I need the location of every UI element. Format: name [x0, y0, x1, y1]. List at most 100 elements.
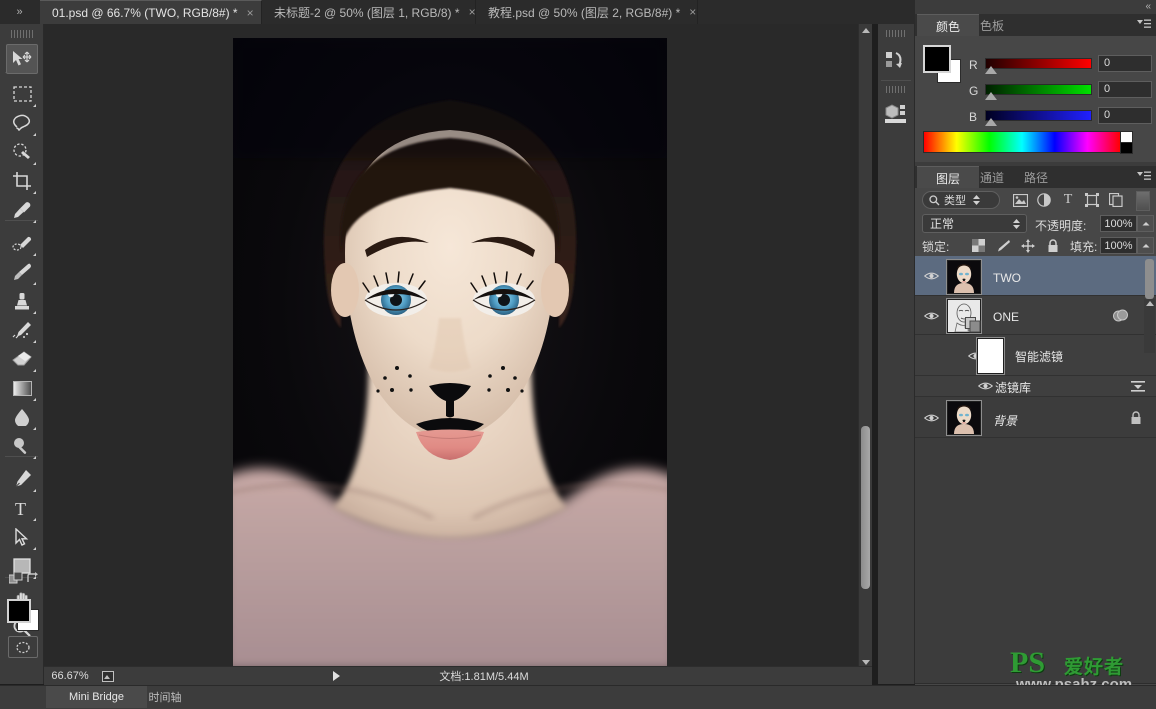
move-tool[interactable] [6, 44, 38, 74]
opacity-stepper[interactable] [1137, 215, 1154, 232]
channel-value-G[interactable]: 0 [1098, 81, 1152, 98]
channel-value-B[interactable]: 0 [1098, 107, 1152, 124]
brush-tool[interactable] [6, 257, 38, 287]
layer-row-背景[interactable]: 背景 [915, 397, 1156, 438]
tool-flyout-arrow[interactable] [33, 427, 36, 430]
horizontal-type-tool[interactable]: T [6, 493, 38, 523]
dodge-tool[interactable] [6, 431, 38, 461]
fill-value-field[interactable]: 100% [1100, 237, 1137, 254]
channel-value-R[interactable]: 0 [1098, 55, 1152, 72]
tool-flyout-arrow[interactable] [33, 489, 36, 492]
crop-tool[interactable] [6, 166, 38, 196]
filter-smartobject-icon[interactable] [1107, 192, 1125, 208]
foreground-color-swatch[interactable] [7, 599, 31, 623]
tool-flyout-arrow[interactable] [33, 104, 36, 107]
quick-mask-icon[interactable] [8, 636, 38, 658]
collapse-panel-icon[interactable]: » [8, 3, 30, 21]
layer-row-ONE[interactable]: ONE [915, 296, 1156, 335]
tool-flyout-arrow[interactable] [33, 191, 36, 194]
lasso-tool[interactable] [6, 108, 38, 138]
color-panel-foreground-swatch[interactable] [923, 45, 951, 73]
fill-stepper[interactable] [1137, 237, 1154, 254]
document-canvas[interactable] [233, 38, 667, 672]
vertical-scroll-thumb[interactable] [861, 426, 870, 589]
filter-adjustment-icon[interactable] [1035, 192, 1053, 208]
color-panel-menu-icon[interactable] [1137, 19, 1151, 33]
lock-image-pixels-icon[interactable] [994, 238, 1012, 253]
visibility-eye-icon[interactable] [923, 269, 939, 283]
tool-flyout-arrow[interactable] [33, 162, 36, 165]
spectrum-black-swatch[interactable] [1120, 142, 1133, 154]
properties-3d-panel-icon[interactable] [878, 96, 914, 132]
pen-tool[interactable] [6, 464, 38, 494]
channel-slider-knob-B[interactable] [985, 118, 997, 126]
channel-slider-R[interactable] [985, 58, 1092, 69]
tool-flyout-arrow[interactable] [33, 369, 36, 372]
document-tab-1[interactable]: 未标题-2 @ 50% (图层 1, RGB/8) * × [262, 0, 476, 24]
clone-stamp-tool[interactable] [6, 286, 38, 316]
layer-filter-type-select[interactable]: 类型 [922, 191, 1000, 209]
layer-thumbnail[interactable] [946, 259, 982, 295]
color-panel-tab-1[interactable]: 色板 [961, 14, 1023, 36]
quick-selection-tool[interactable] [6, 137, 38, 167]
layer-scroll-up-arrow[interactable] [1146, 301, 1154, 306]
path-selection-tool[interactable] [6, 522, 38, 552]
document-tab-2[interactable]: 教程.psd @ 50% (图层 2, RGB/8#) * × [476, 0, 698, 24]
channel-slider-knob-R[interactable] [985, 66, 997, 74]
layer-list-scrollbar[interactable] [1144, 259, 1155, 353]
tool-flyout-arrow[interactable] [33, 282, 36, 285]
channel-slider-B[interactable] [985, 110, 1092, 121]
channel-slider-knob-G[interactable] [985, 92, 997, 100]
tools-panel-grip[interactable] [11, 30, 33, 38]
opacity-value-field[interactable]: 100% [1100, 215, 1137, 232]
lock-transparent-pixels-icon[interactable] [969, 238, 987, 253]
color-spectrum-ramp[interactable] [923, 131, 1121, 153]
history-brush-tool[interactable] [6, 315, 38, 345]
scroll-down-arrow[interactable] [862, 660, 870, 665]
layer-row-智能滤镜[interactable]: 智能滤镜 [915, 335, 1156, 376]
history-actions-panel-icon[interactable] [878, 42, 914, 78]
lock-all-icon[interactable] [1044, 238, 1062, 253]
scroll-up-arrow[interactable] [862, 28, 870, 33]
visibility-eye-icon[interactable] [977, 379, 993, 393]
filter-shape-icon[interactable] [1083, 192, 1101, 208]
visibility-eye-icon[interactable] [923, 309, 939, 323]
document-thumbnail-icon[interactable] [100, 669, 116, 683]
tool-flyout-arrow[interactable] [33, 311, 36, 314]
blend-mode-select[interactable]: 正常 [922, 214, 1027, 233]
close-icon[interactable]: × [469, 6, 476, 18]
foreground-background-color-swatches[interactable] [7, 599, 39, 631]
zoom-level-field[interactable]: 66.67% [44, 670, 96, 682]
layer-filter-toggle[interactable] [1136, 191, 1150, 211]
tool-flyout-arrow[interactable] [33, 547, 36, 550]
tool-flyout-arrow[interactable] [33, 456, 36, 459]
tool-flyout-arrow[interactable] [33, 398, 36, 401]
status-menu-arrow[interactable] [333, 671, 340, 681]
layer-thumbnail[interactable] [976, 337, 1005, 375]
layer-scroll-thumb[interactable] [1145, 259, 1154, 299]
layers-panel-menu-icon[interactable] [1137, 171, 1151, 185]
canvas-vertical-scrollbar[interactable] [858, 24, 872, 669]
tool-flyout-arrow[interactable] [33, 133, 36, 136]
document-tab-0[interactable]: 01.psd @ 66.7% (TWO, RGB/8#) * × [40, 0, 262, 24]
tool-flyout-arrow[interactable] [33, 340, 36, 343]
filter-gallery-icon[interactable] [1130, 379, 1146, 393]
layer-list[interactable]: TWO ONE 智能滤镜 滤镜库 背景 [915, 256, 1156, 696]
channel-slider-G[interactable] [985, 84, 1092, 95]
spot-healing-brush-tool[interactable] [6, 228, 38, 258]
filter-pixel-icon[interactable] [1011, 192, 1029, 208]
lock-position-icon[interactable] [1019, 238, 1037, 253]
filter-type-icon[interactable]: T [1059, 192, 1077, 208]
blur-tool[interactable] [6, 402, 38, 432]
close-icon[interactable]: × [247, 7, 254, 19]
rectangular-marquee-tool[interactable] [6, 79, 38, 109]
eraser-tool[interactable] [6, 344, 38, 374]
layer-row-滤镜库[interactable]: 滤镜库 [915, 376, 1156, 397]
tool-flyout-arrow[interactable] [33, 518, 36, 521]
layer-row-TWO[interactable]: TWO [915, 256, 1156, 296]
tool-flyout-arrow[interactable] [33, 220, 36, 223]
eyedropper-tool[interactable] [6, 195, 38, 225]
tool-flyout-arrow[interactable] [33, 253, 36, 256]
panel-strip-grip-2[interactable] [886, 86, 906, 93]
visibility-eye-icon[interactable] [923, 411, 939, 425]
